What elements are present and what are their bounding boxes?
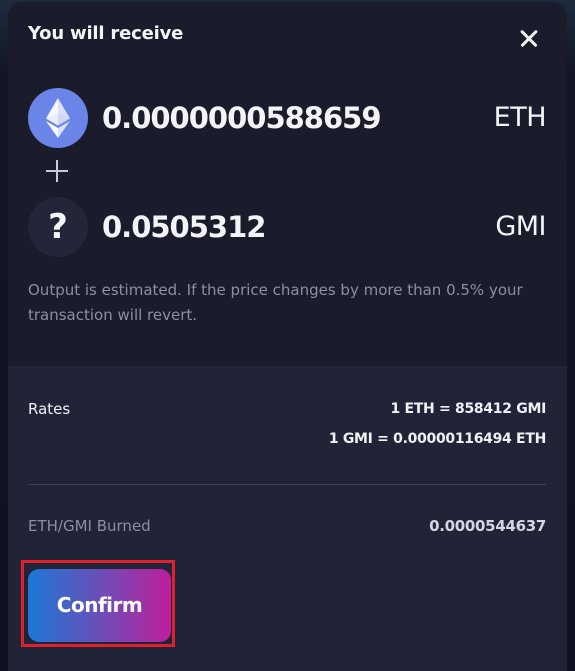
eth-amount: 0.0000000588659 bbox=[102, 101, 382, 135]
question-mark-icon: ? bbox=[28, 197, 88, 257]
token-row-eth: 0.0000000588659 ETH bbox=[28, 88, 547, 148]
rate-eth-to-gmi: 1 ETH = 858412 GMI bbox=[390, 401, 547, 417]
gmi-symbol: GMI bbox=[495, 211, 546, 242]
plus-icon bbox=[46, 159, 70, 183]
ethereum-icon bbox=[28, 88, 88, 148]
burned-value: 0.0000544637 bbox=[429, 517, 546, 535]
confirm-button[interactable]: Confirm bbox=[28, 569, 171, 642]
rates-label: Rates bbox=[28, 400, 71, 418]
gmi-amount: 0.0505312 bbox=[102, 210, 266, 244]
rate-gmi-to-eth: 1 GMI = 0.00000116494 ETH bbox=[328, 431, 546, 447]
receive-modal: You will receive 0.0000000588659 ETH ? 0… bbox=[8, 2, 567, 671]
eth-symbol: ETH bbox=[493, 102, 547, 133]
close-icon[interactable] bbox=[514, 24, 544, 54]
divider bbox=[28, 484, 546, 485]
burned-label: ETH/GMI Burned bbox=[28, 517, 151, 535]
token-row-gmi: ? 0.0505312 GMI bbox=[28, 197, 546, 257]
estimate-note: Output is estimated. If the price change… bbox=[28, 281, 523, 324]
modal-title: You will receive bbox=[28, 23, 184, 44]
modal-header-section: You will receive 0.0000000588659 ETH ? 0… bbox=[8, 2, 567, 366]
details-section: Rates 1 ETH = 858412 GMI 1 GMI = 0.00000… bbox=[8, 366, 567, 671]
